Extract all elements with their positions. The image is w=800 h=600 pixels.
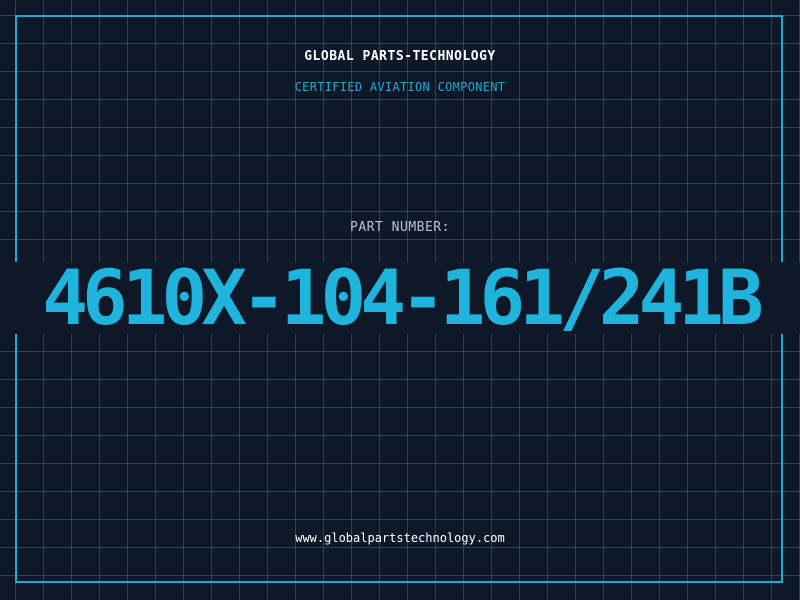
- part-number-band: 4610X-104-161/241B: [0, 262, 800, 334]
- brand-name: GLOBAL PARTS-TECHNOLOGY: [304, 49, 496, 64]
- part-number-value: 4610X-104-161/241B: [42, 262, 764, 334]
- website-link[interactable]: www.globalpartstechnology.com: [0, 531, 800, 545]
- part-number-label: PART NUMBER:: [350, 220, 450, 235]
- part-card: GLOBAL PARTS-TECHNOLOGY CERTIFIED AVIATI…: [0, 0, 800, 600]
- tagline: CERTIFIED AVIATION COMPONENT: [294, 80, 506, 94]
